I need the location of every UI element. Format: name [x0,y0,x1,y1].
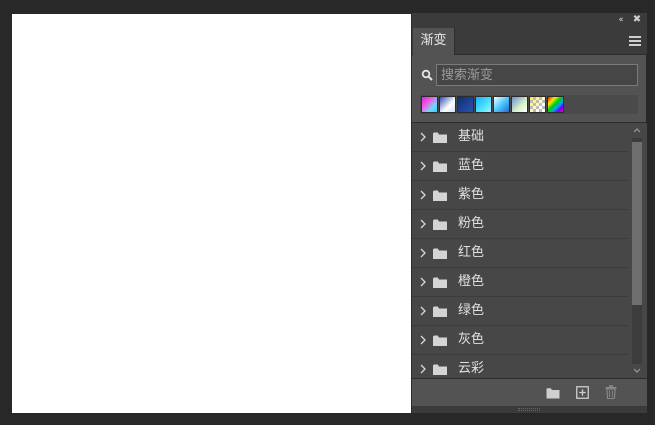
folder-icon [433,161,447,172]
folder-icon [433,190,447,201]
gradient-group-label: 橙色 [458,274,485,289]
chevron-right-icon[interactable] [418,189,428,201]
trash-icon[interactable] [605,385,617,399]
gradients-panel: ‹‹ ✖ 渐变 基础蓝色紫色粉色红色橙色绿色灰色云彩 [411,13,647,413]
gradient-swatch[interactable] [529,96,546,113]
chevron-right-icon[interactable] [418,218,428,230]
gradient-swatch[interactable] [547,96,564,113]
document-canvas[interactable] [12,14,411,413]
add-square-icon[interactable] [576,386,589,399]
chevron-right-icon[interactable] [418,247,428,259]
gradient-group-label: 绿色 [458,303,485,318]
folder-icon [433,277,447,288]
gradient-group-label: 基础 [458,129,485,144]
gradient-group-item[interactable]: 蓝色 [412,152,628,181]
chevron-right-icon[interactable] [418,334,428,346]
scroll-up-arrow-icon[interactable] [630,125,644,135]
chevron-right-icon[interactable] [418,160,428,172]
gradient-group-label: 紫色 [458,187,485,202]
gradient-group-label: 粉色 [458,216,485,231]
scroll-thumb[interactable] [632,142,642,305]
gradient-swatch[interactable] [475,96,492,113]
tab-gradients[interactable]: 渐变 [413,28,455,55]
gradient-swatch[interactable] [457,96,474,113]
panel-footer [412,378,647,406]
panel-title-bar: ‹‹ ✖ [412,13,647,28]
gradient-group-label: 蓝色 [458,158,485,173]
gradient-group-label: 红色 [458,245,485,260]
close-panel-icon[interactable]: ✖ [631,14,643,26]
gradient-swatch[interactable] [511,96,528,113]
chevron-right-icon[interactable] [418,305,428,317]
folder-icon [433,335,447,346]
resize-grip [518,408,540,411]
gradient-group-label: 云彩 [458,361,485,376]
scroll-down-arrow-icon[interactable] [630,366,644,376]
gradient-group-label: 灰色 [458,332,485,347]
new-folder-icon[interactable] [546,387,560,399]
scroll-track[interactable] [632,138,642,364]
gradient-group-item[interactable]: 紫色 [412,181,628,210]
document-workspace [0,0,411,425]
collapse-panel-icon[interactable]: ‹‹ [613,14,627,26]
chevron-right-icon[interactable] [418,276,428,288]
chevron-right-icon[interactable] [418,363,428,375]
folder-icon [433,306,447,317]
gradient-group-item[interactable]: 粉色 [412,210,628,239]
gradient-swatch[interactable] [493,96,510,113]
gradient-group-item[interactable]: 红色 [412,239,628,268]
gradient-group-item[interactable]: 云彩 [412,355,628,378]
hamburger-menu-icon[interactable] [629,36,641,46]
search-input[interactable] [436,64,638,86]
folder-icon [433,364,447,375]
recent-gradients-row [420,95,638,114]
folder-icon [433,132,447,143]
scrollbar[interactable] [630,123,644,378]
gradient-swatch[interactable] [421,96,438,113]
gradient-group-item[interactable]: 灰色 [412,326,628,355]
search-icon [421,69,433,81]
folder-icon [433,248,447,259]
gradient-group-item[interactable]: 绿色 [412,297,628,326]
folder-icon [433,219,447,230]
panel-tab-bar: 渐变 [412,28,647,55]
gradient-swatch[interactable] [439,96,456,113]
gradient-group-item[interactable]: 基础 [412,123,628,152]
search-row [412,63,647,87]
gradient-group-item[interactable]: 橙色 [412,268,628,297]
panel-resize-handle[interactable] [412,406,647,413]
chevron-right-icon[interactable] [418,131,428,143]
gradient-groups-list: 基础蓝色紫色粉色红色橙色绿色灰色云彩 [412,122,647,378]
